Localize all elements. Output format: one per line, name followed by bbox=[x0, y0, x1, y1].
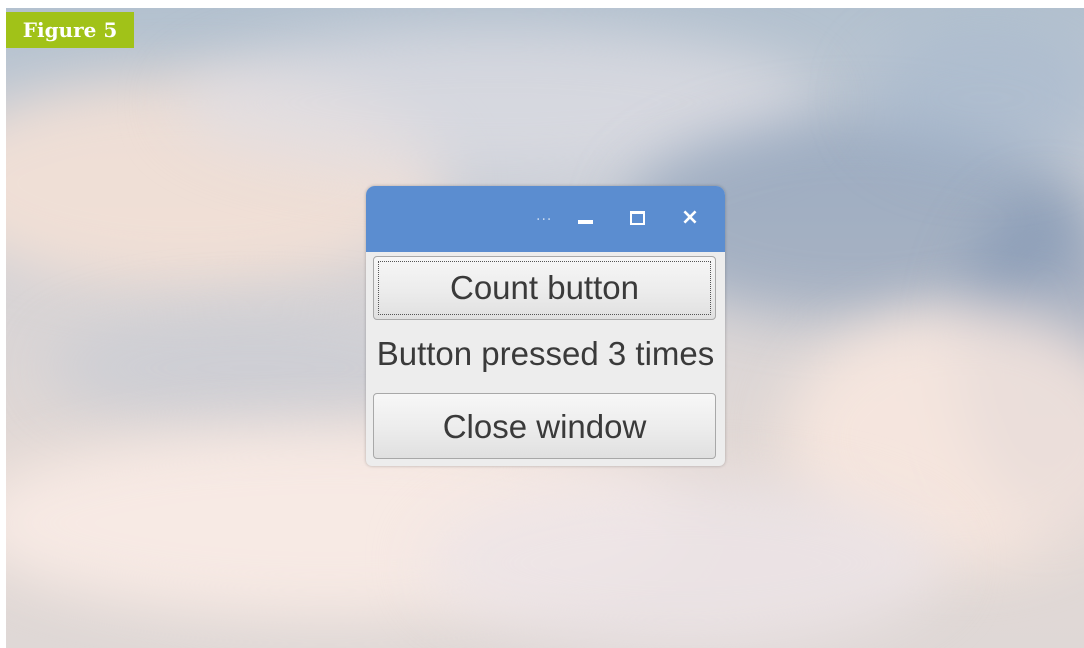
figure-frame: Figure 5 ... × Count button Button press… bbox=[0, 0, 1084, 648]
app-window: ... × Count button Button pressed 3 time… bbox=[366, 186, 725, 466]
close-window-button[interactable]: Close window bbox=[373, 393, 716, 459]
figure-label: Figure 5 bbox=[6, 12, 134, 48]
close-icon[interactable]: × bbox=[678, 206, 702, 230]
maximize-icon[interactable] bbox=[626, 206, 650, 230]
window-titlebar[interactable]: ... × bbox=[366, 186, 725, 252]
cloud bbox=[426, 478, 946, 648]
count-button[interactable]: Count button bbox=[373, 256, 716, 320]
minimize-icon[interactable] bbox=[574, 206, 598, 230]
title-ellipsis: ... bbox=[536, 208, 553, 224]
status-label: Button pressed 3 times bbox=[376, 335, 715, 372]
